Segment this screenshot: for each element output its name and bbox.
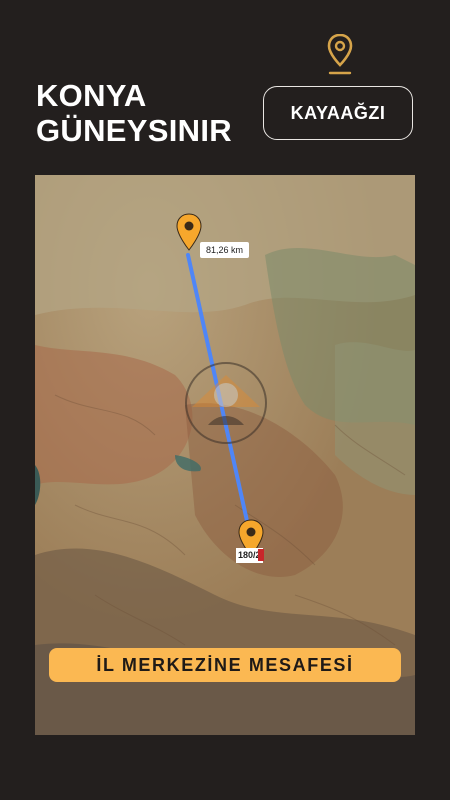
distance-label: 81,26 km (200, 242, 250, 258)
map-pin-icon (327, 34, 353, 75)
title-line-1: KONYA (36, 78, 147, 113)
parcel-marker (258, 549, 264, 561)
title-line-2: GÜNEYSINIR (36, 113, 232, 148)
origin-pin-icon (176, 213, 202, 251)
distance-banner: İL MERKEZİNE MESAFESİ (49, 648, 401, 682)
location-button[interactable]: KAYAAĞZI (263, 86, 413, 140)
satellite-map[interactable]: 81,26 km 180/2 İL MERKEZİNE MESAFESİ (35, 175, 415, 735)
logo-watermark (185, 362, 267, 444)
page-title: KONYA GÜNEYSINIR (36, 78, 232, 148)
